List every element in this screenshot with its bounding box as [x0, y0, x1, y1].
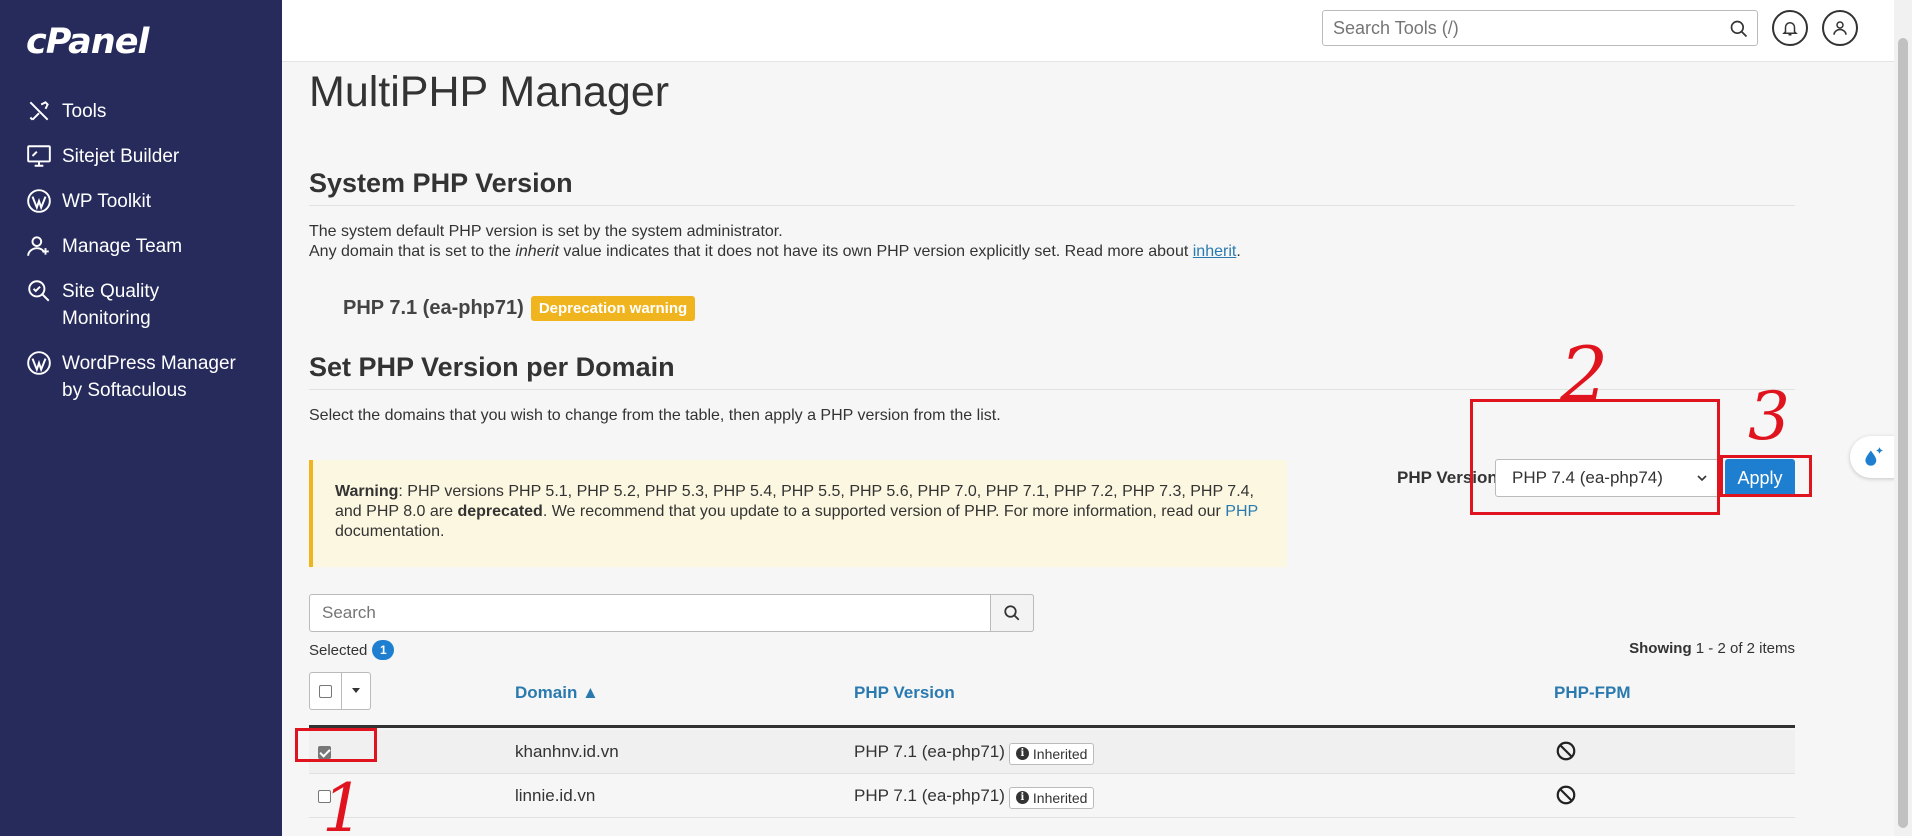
showing-range: 1 - 2 of 2 items: [1691, 640, 1795, 657]
page-scrollbar[interactable]: [1894, 0, 1912, 836]
table-row[interactable]: linnie.id.vn PHP 7.1 (ea-php71) i Inherite…: [309, 774, 1795, 818]
table-header: Domain ▲ PHP Version PHP-FPM: [309, 668, 1795, 728]
column-domain[interactable]: Domain ▲: [515, 683, 599, 703]
sidebar-nav: Tools Sitejet Builder WP Toolkit Manage …: [0, 96, 282, 420]
user-icon: [1833, 21, 1847, 35]
system-php-version: PHP 7.1 (ea-php71) Deprecation warning: [343, 296, 696, 321]
sidebar-item-wp-toolkit[interactable]: WP Toolkit: [0, 186, 282, 231]
magnifier-icon: [24, 276, 54, 306]
inherited-badge: i Inherited: [1008, 742, 1095, 765]
inherited-label: Inherited: [1032, 789, 1088, 806]
warning-deprecated: deprecated: [457, 503, 543, 520]
php-doc-link[interactable]: PHP: [1225, 503, 1258, 520]
line2-mid: value indicates that it does not have it…: [558, 243, 1193, 260]
domain-search-input[interactable]: [310, 595, 980, 631]
search-icon[interactable]: [1729, 19, 1749, 39]
inherit-emphasis: inherit: [515, 243, 559, 260]
php-fpm-status: [1555, 784, 1577, 811]
column-php-fpm: PHP-FPM: [1554, 683, 1631, 702]
per-domain-description: Select the domains that you wish to chan…: [309, 407, 1001, 424]
warning-label: Warning: [335, 483, 399, 500]
inherited-badge: i Inherited: [1008, 786, 1095, 809]
sidebar-item-label: Site Quality Monitoring: [62, 281, 160, 329]
annotation-box-1: [295, 728, 377, 762]
selected-label: Selected: [309, 641, 368, 659]
inherited-label: Inherited: [1032, 745, 1088, 762]
tools-icon: [24, 96, 54, 126]
line2-end: .: [1236, 243, 1241, 260]
notifications-button[interactable]: [1772, 10, 1808, 46]
sidebar-item-label: Manage Team: [62, 236, 183, 257]
scrollbar-thumb[interactable]: [1898, 38, 1908, 828]
top-bar: [282, 0, 1894, 62]
inherit-link[interactable]: inherit: [1193, 243, 1237, 260]
bulk-select[interactable]: [309, 672, 371, 710]
info-icon: i: [1015, 747, 1029, 760]
warning-text3: documentation.: [335, 523, 445, 540]
table-row[interactable]: khanhnv.id.vn PHP 7.1 (ea-php71) i Inherit…: [309, 730, 1795, 774]
search-tools-input[interactable]: [1323, 11, 1713, 45]
select-all-checkbox[interactable]: [310, 673, 342, 709]
wordpress-icon: [24, 348, 54, 378]
wordpress-icon: [24, 186, 54, 216]
sidebar: cPanel Tools Sitejet Builder WP Toolkit …: [0, 0, 282, 836]
system-php-line2: Any domain that is set to the inherit va…: [309, 242, 1241, 262]
line2-prefix: Any domain that is set to the: [309, 243, 516, 260]
column-php-version: PHP Version: [854, 683, 955, 702]
sidebar-item-label: Tools: [62, 101, 107, 122]
search-tools[interactable]: [1322, 10, 1758, 46]
bulk-select-dropdown[interactable]: [342, 673, 370, 709]
system-php-description: The system default PHP version is set by…: [309, 222, 1241, 262]
deprecation-warning-box: Warning: PHP versions PHP 5.1, PHP 5.2, …: [309, 460, 1287, 567]
system-php-heading: System PHP Version: [309, 168, 1795, 206]
row-php-version: PHP 7.1 (ea-php71) i Inherited: [854, 786, 1095, 810]
cpanel-logo[interactable]: cPanel: [26, 22, 149, 62]
sidebar-item-label: Sitejet Builder: [62, 146, 180, 167]
sidebar-item-site-quality[interactable]: Site Quality Monitoring: [0, 276, 282, 348]
annotation-number-3: 3: [1748, 378, 1790, 455]
system-php-line1: The system default PHP version is set by…: [309, 223, 783, 240]
floating-assistant-button[interactable]: [1850, 436, 1896, 478]
disabled-icon: [1556, 785, 1576, 805]
deprecation-badge: Deprecation warning: [530, 296, 696, 321]
warning-text2: . We recommend that you update to a supp…: [542, 503, 1226, 520]
sidebar-item-label: WP Toolkit: [62, 191, 152, 212]
search-icon: [1004, 605, 1020, 621]
php-version-text: PHP 7.1 (ea-php71): [854, 742, 1005, 761]
disabled-icon: [1556, 741, 1576, 761]
sidebar-item-sitejet[interactable]: Sitejet Builder: [0, 141, 282, 186]
team-icon: [24, 231, 54, 261]
domain-search[interactable]: [309, 594, 1034, 632]
current-php-version: PHP 7.1 (ea-php71): [343, 297, 524, 319]
checkbox[interactable]: [319, 684, 332, 698]
domain-search-button[interactable]: [990, 594, 1034, 632]
annotation-box-3: [1720, 455, 1812, 497]
row-php-version: PHP 7.1 (ea-php71) i Inherited: [854, 742, 1095, 766]
page-title: MultiPHP Manager: [309, 68, 670, 116]
selected-count: Selected 1: [309, 640, 395, 660]
pagination-info: Showing 1 - 2 of 2 items: [1629, 640, 1795, 657]
sidebar-item-label: WordPress Manager by Softaculous: [62, 353, 236, 401]
row-domain: khanhnv.id.vn: [515, 742, 619, 761]
info-icon: i: [1015, 791, 1029, 804]
php-fpm-status: [1555, 740, 1577, 767]
sidebar-item-wordpress-manager[interactable]: WordPress Manager by Softaculous: [0, 348, 282, 420]
sidebar-item-manage-team[interactable]: Manage Team: [0, 231, 282, 276]
sparkle-drop-icon: [1865, 447, 1883, 466]
monitor-icon: [24, 141, 54, 171]
showing-label: Showing: [1629, 640, 1692, 657]
sidebar-item-tools[interactable]: Tools: [0, 96, 282, 141]
annotation-number-2: 2: [1560, 330, 1609, 419]
php-version-text: PHP 7.1 (ea-php71): [854, 786, 1005, 805]
annotation-number-1: 1: [322, 770, 364, 836]
bell-icon: [1782, 22, 1798, 36]
user-menu-button[interactable]: [1822, 10, 1858, 46]
row-domain: linnie.id.vn: [515, 786, 596, 805]
selected-count-badge: 1: [372, 640, 395, 660]
caret-down-icon: [352, 688, 360, 693]
